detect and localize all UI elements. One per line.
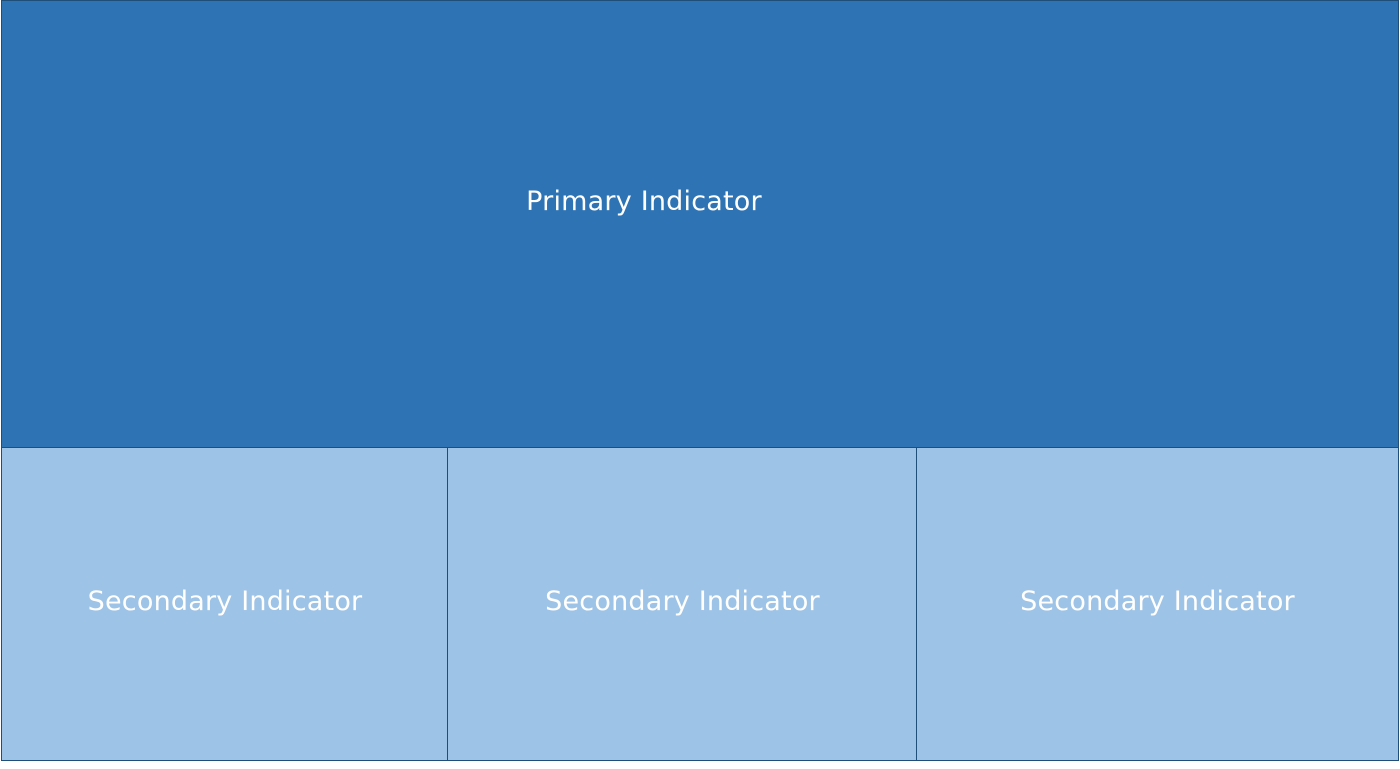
secondary-indicator-box-1: Secondary Indicator: [1, 447, 449, 761]
indicator-layout-diagram: Primary Indicator Secondary Indicator Se…: [0, 0, 1400, 769]
secondary-indicator-box-2: Secondary Indicator: [447, 447, 918, 761]
secondary-indicator-label-3: Secondary Indicator: [1020, 586, 1295, 617]
secondary-indicator-label-1: Secondary Indicator: [87, 586, 363, 617]
primary-indicator-label: Primary Indicator: [526, 186, 762, 217]
primary-indicator-box: Primary Indicator: [1, 0, 1399, 449]
secondary-indicator-box-3: Secondary Indicator: [916, 447, 1399, 761]
secondary-indicator-label-2: Secondary Indicator: [545, 586, 820, 617]
